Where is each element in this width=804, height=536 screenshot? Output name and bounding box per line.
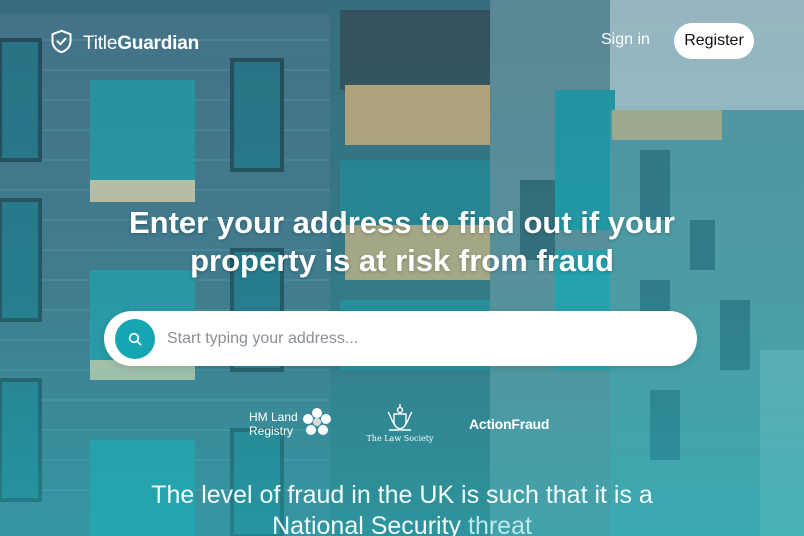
tagline-national-security: National Security	[272, 512, 462, 536]
tagline-threat: threat	[468, 512, 532, 536]
hmlr-line-1: HM Land	[249, 409, 298, 424]
hmlr-line-2: Registry	[249, 423, 294, 438]
site-header: TitleGuardian Sign in Register	[0, 0, 804, 82]
tagline-line-1: The level of fraud in the UK is such tha…	[151, 481, 653, 509]
hero-headline: Enter your address to find out if your p…	[0, 204, 804, 280]
action-fraud-logo: ActionFraud	[469, 416, 550, 432]
flower-emblem-icon	[302, 407, 332, 440]
sign-in-link[interactable]: Sign in	[601, 31, 650, 49]
fraud-tagline: The level of fraud in the UK is such tha…	[0, 480, 804, 536]
register-button[interactable]: Register	[674, 23, 754, 59]
hm-land-registry-logo: HM Land Registry	[249, 407, 332, 440]
address-search-input[interactable]	[167, 329, 667, 348]
law-society-logo: The Law Society	[366, 402, 434, 443]
address-search-bar	[104, 311, 697, 366]
brand-logo[interactable]: TitleGuardian	[48, 28, 199, 60]
partner-logos: HM Land Registry The Law Society ActionF…	[0, 400, 804, 450]
brand-name-bold: Guardian	[117, 33, 200, 54]
search-icon	[128, 332, 142, 345]
crest-icon	[366, 402, 434, 432]
brand-name-light: Title	[83, 33, 118, 54]
law-society-text: The Law Society	[366, 434, 434, 443]
brand-name: TitleGuardian	[83, 33, 199, 55]
search-button[interactable]	[115, 318, 155, 359]
headline-line-2: property is at risk from fraud	[190, 243, 614, 278]
hero-section: TitleGuardian Sign in Register Enter you…	[0, 0, 804, 536]
shield-check-icon	[48, 28, 75, 60]
headline-line-1: Enter your address to find out if your	[129, 205, 675, 240]
